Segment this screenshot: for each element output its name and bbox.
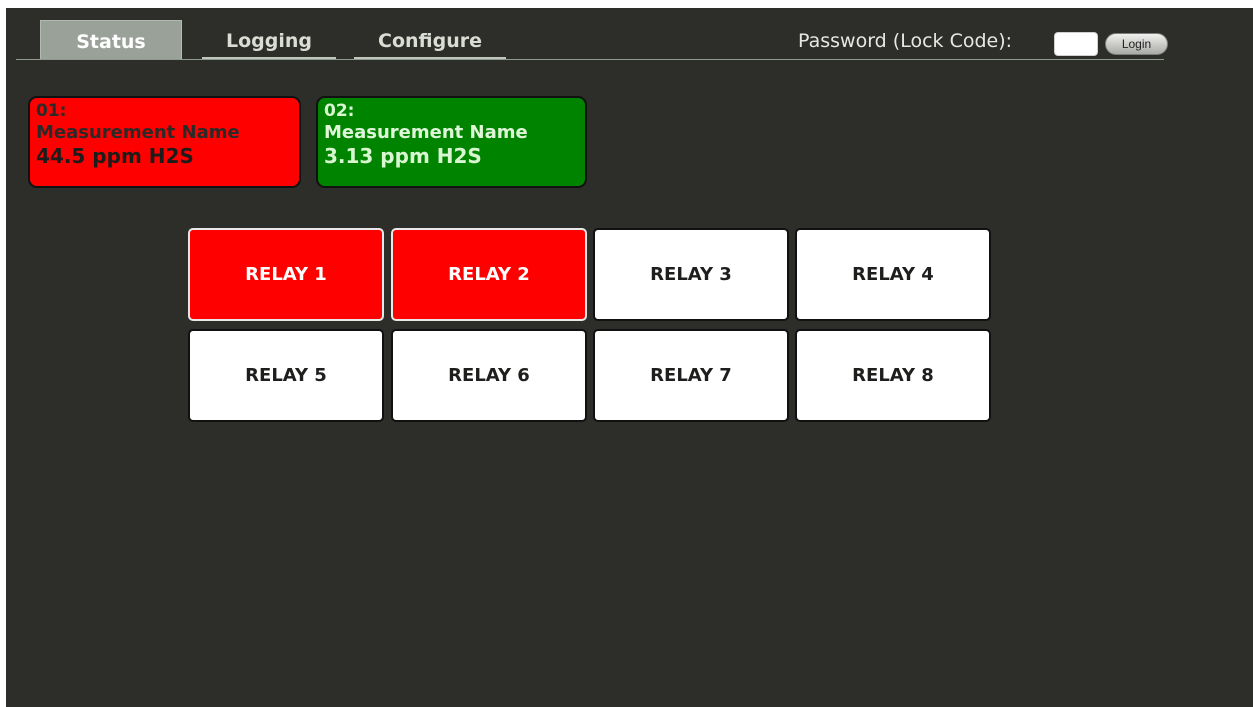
relay-6-button[interactable]: RELAY 6: [391, 329, 587, 422]
measurement-value: 3.13 ppm H2S: [324, 144, 482, 168]
tab-logging[interactable]: Logging: [202, 20, 336, 59]
password-input[interactable]: [1054, 32, 1098, 56]
measurement-name: Measurement Name: [36, 122, 240, 143]
password-label: Password (Lock Code):: [798, 30, 1013, 52]
tab-status[interactable]: Status: [40, 20, 182, 60]
relay-1-button[interactable]: RELAY 1: [188, 228, 384, 321]
relay-4-button[interactable]: RELAY 4: [795, 228, 991, 321]
measurement-id: 01:: [36, 101, 67, 121]
relay-2-button[interactable]: RELAY 2: [391, 228, 587, 321]
main-panel: Status Logging Configure Password (Lock …: [6, 8, 1253, 707]
tab-configure[interactable]: Configure: [354, 20, 506, 59]
measurement-card-02[interactable]: 02: Measurement Name 3.13 ppm H2S: [316, 96, 587, 188]
relay-7-button[interactable]: RELAY 7: [593, 329, 789, 422]
measurement-value: 44.5 ppm H2S: [36, 144, 194, 168]
relay-5-button[interactable]: RELAY 5: [188, 329, 384, 422]
measurement-card-01[interactable]: 01: Measurement Name 44.5 ppm H2S: [28, 96, 301, 188]
measurement-name: Measurement Name: [324, 122, 528, 143]
tab-bar: Status Logging Configure Password (Lock …: [16, 20, 1168, 60]
relay-3-button[interactable]: RELAY 3: [593, 228, 789, 321]
login-button[interactable]: Login: [1105, 33, 1168, 55]
measurement-id: 02:: [324, 101, 355, 121]
relay-8-button[interactable]: RELAY 8: [795, 329, 991, 422]
